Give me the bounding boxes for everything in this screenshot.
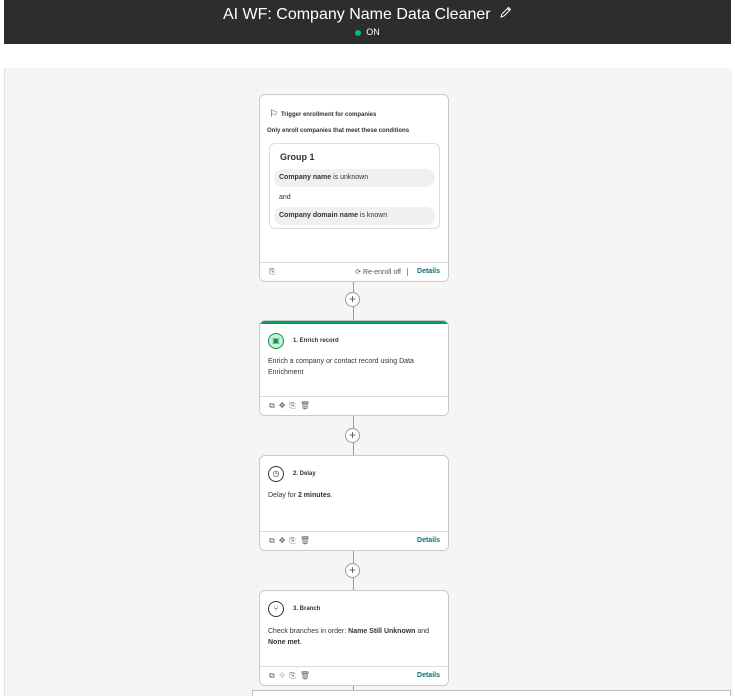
trigger-card[interactable]: ⚐ Trigger enrollment for companies Only e… (259, 94, 449, 282)
step-description: Check branches in order: Name Still Unkn… (268, 628, 430, 646)
timer-icon: ◷ (268, 466, 284, 482)
trash-icon[interactable]: 🗑 (300, 536, 314, 545)
card-footer: ⎘ ⟳ Re-enroll off Details (260, 262, 448, 281)
reenroll-toggle[interactable]: ⟳ Re-enroll off (355, 268, 408, 276)
refresh-icon: ⟳ (355, 269, 363, 276)
card-footer: ⧉✥⎘🗑 (260, 396, 448, 415)
condition-row[interactable]: Company domain name is known (274, 207, 435, 225)
status-text: ON (366, 27, 380, 37)
condition-row[interactable]: Company name is unknown (274, 169, 435, 187)
card-footer: ⧉✥⎘🗑 Details (260, 666, 448, 685)
action-card-delay[interactable]: ◷ 2. Delay Delay for 2 minutes. ⧉✥⎘🗑 Det… (259, 455, 449, 551)
clipboard-icon[interactable]: ⎘ (289, 671, 299, 680)
flag-icon: ⚐ (269, 109, 278, 120)
move-icon[interactable]: ✥ (279, 401, 290, 410)
plus-icon: + (348, 428, 356, 442)
condition-property: Company name (279, 174, 332, 181)
group-title: Group 1 (280, 152, 315, 162)
trash-icon[interactable]: 🗑 (300, 671, 314, 680)
step-description: Enrich a company or contact record using… (268, 358, 414, 376)
step-description: Delay for 2 minutes. (268, 492, 333, 499)
trash-icon[interactable]: 🗑 (300, 401, 314, 410)
details-link[interactable]: Details (417, 537, 440, 544)
details-link[interactable]: Details (417, 672, 440, 679)
action-tools: ⧉✥⎘🗑 (269, 536, 314, 546)
card-footer: ⧉✥⎘🗑 Details (260, 531, 448, 550)
condition-operator: is unknown (333, 174, 369, 181)
action-card-enrich[interactable]: ▣ 1. Enrich record Enrich a company or c… (259, 320, 449, 416)
step-title: 2. Delay (293, 471, 316, 477)
copy-icon[interactable]: ⧉ (269, 671, 279, 680)
add-action-button[interactable]: + (345, 428, 360, 443)
condition-operator: is known (359, 212, 388, 219)
move-icon[interactable]: ✥ (279, 536, 290, 545)
branch-panel-edge (252, 690, 731, 696)
condition-group[interactable]: Group 1 Company name is unknown and Comp… (269, 143, 440, 229)
enrich-icon: ▣ (268, 333, 284, 349)
details-link[interactable]: Details (417, 268, 440, 275)
workflow-status: ON (4, 27, 731, 37)
copy-icon[interactable]: ⧉ (269, 536, 279, 545)
branch-icon: ⑂ (268, 601, 284, 617)
pencil-icon[interactable] (499, 6, 512, 24)
condition-property: Company domain name (279, 212, 358, 219)
action-tools: ⧉✥⎘🗑 (269, 671, 314, 681)
add-action-button[interactable]: + (345, 563, 360, 578)
clipboard-icon[interactable]: ⎘ (289, 536, 299, 545)
action-tools: ⧉✥⎘🗑 (269, 401, 314, 411)
action-card-branch[interactable]: ⑂ 3. Branch Check branches in order: Nam… (259, 590, 449, 686)
copy-icon[interactable]: ⧉ (269, 401, 279, 410)
move-icon[interactable]: ✥ (279, 671, 290, 680)
plus-icon: + (348, 292, 356, 306)
title-row: AI WF: Company Name Data Cleaner (4, 6, 731, 24)
plus-icon: + (348, 563, 356, 577)
clipboard-icon[interactable]: ⎘ (289, 401, 299, 410)
status-dot-icon (355, 29, 362, 36)
clipboard-icon[interactable]: ⎘ (269, 267, 279, 277)
card-accent (260, 321, 448, 324)
step-title: 3. Branch (293, 606, 321, 612)
step-title: 1. Enrich record (293, 338, 339, 344)
workflow-title[interactable]: AI WF: Company Name Data Cleaner (223, 6, 491, 23)
trigger-subheading: Only enroll companies that meet these co… (267, 128, 410, 134)
condition-connector: and (279, 194, 291, 201)
trigger-heading: ⚐ Trigger enrollment for companies (269, 109, 377, 120)
workflow-header: AI WF: Company Name Data Cleaner ON (4, 0, 731, 44)
add-action-button[interactable]: + (345, 292, 360, 307)
